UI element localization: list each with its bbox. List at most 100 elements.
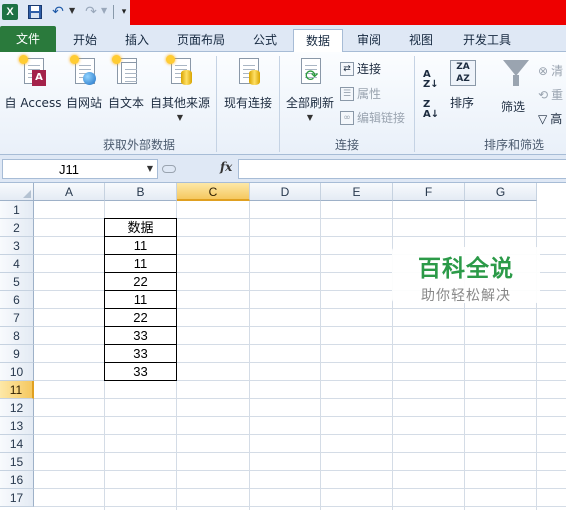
- from-web-button[interactable]: 自网站: [64, 55, 104, 111]
- tab-developer[interactable]: 开发工具: [452, 29, 522, 52]
- from-other-sources-button[interactable]: 自其他来源 ▼: [148, 55, 212, 122]
- grid-row-line: [34, 416, 566, 417]
- formula-input[interactable]: [238, 159, 566, 179]
- column-header-b[interactable]: B: [105, 183, 177, 201]
- column-header-g[interactable]: G: [465, 183, 537, 201]
- tab-review[interactable]: 审阅: [346, 29, 392, 52]
- row-header-10[interactable]: 10: [0, 363, 34, 381]
- row-header-4[interactable]: 4: [0, 255, 34, 273]
- excel-window: X ↶ ▼ ↷ ▼ ▾ 文件 开始 插入 页面布局 公式 数据 审阅 视图 开发…: [0, 0, 566, 510]
- refresh-all-button[interactable]: ⟳ 全部刷新 ▼: [284, 56, 336, 122]
- row-header-9[interactable]: 9: [0, 345, 34, 363]
- clear-filter-icon: ⊗: [538, 63, 549, 78]
- row-header-14[interactable]: 14: [0, 435, 34, 453]
- sort-ascending-icon[interactable]: A Z↓: [423, 70, 439, 90]
- row-header-12[interactable]: 12: [0, 399, 34, 417]
- chevron-down-icon: ▼: [176, 113, 184, 122]
- chevron-down-icon: ▼: [306, 113, 314, 122]
- table-cell[interactable]: 33: [104, 362, 177, 381]
- table-cell[interactable]: 11: [104, 254, 177, 273]
- redo-icon[interactable]: ↷: [83, 4, 99, 20]
- properties-button[interactable]: ☰ 属性: [340, 85, 381, 102]
- select-all-corner[interactable]: [0, 183, 34, 201]
- undo-icon[interactable]: ↶: [50, 4, 66, 20]
- watermark-title: 百科全说: [418, 256, 514, 282]
- filter-funnel-icon: [503, 60, 529, 76]
- web-icon: [69, 55, 99, 90]
- grid-row-line: [34, 506, 566, 507]
- grid-column-line: [249, 201, 250, 510]
- title-bar: X ↶ ▼ ↷ ▼ ▾: [0, 0, 566, 25]
- column-header-c[interactable]: C: [177, 183, 250, 201]
- row-header-8[interactable]: 8: [0, 327, 34, 345]
- other-sources-icon: [165, 55, 195, 90]
- sort-icon: ZA AZ: [447, 56, 477, 90]
- row-header-17[interactable]: 17: [0, 489, 34, 507]
- reapply-icon: ⟲: [538, 87, 549, 102]
- grid-row-line: [34, 434, 566, 435]
- table-header-cell[interactable]: 数据: [104, 218, 177, 237]
- existing-connections-icon: [233, 56, 263, 90]
- edit-links-button[interactable]: ∞ 编辑链接: [340, 109, 405, 126]
- tab-view[interactable]: 视图: [398, 29, 444, 52]
- row-header-16[interactable]: 16: [0, 471, 34, 489]
- row-header-3[interactable]: 3: [0, 237, 34, 255]
- row-header-5[interactable]: 5: [0, 273, 34, 291]
- chevron-down-icon[interactable]: ▼: [147, 164, 153, 173]
- reapply-button[interactable]: ⟲ 重: [538, 86, 563, 103]
- row-header-15[interactable]: 15: [0, 453, 34, 471]
- insert-function-icon[interactable]: fx: [220, 160, 232, 174]
- group-label-sort-filter: 排序和筛选: [483, 138, 544, 152]
- existing-connections-button[interactable]: 现有连接: [220, 56, 276, 111]
- sort-button[interactable]: ZA AZ 排序: [444, 56, 480, 111]
- column-header-e[interactable]: E: [321, 183, 393, 201]
- row-header-7[interactable]: 7: [0, 309, 34, 327]
- grid-row-line: [34, 488, 566, 489]
- table-cell[interactable]: 22: [104, 308, 177, 327]
- from-text-button[interactable]: 自文本: [106, 55, 146, 111]
- qat-separator: [113, 5, 114, 19]
- save-icon[interactable]: [27, 4, 43, 20]
- table-cell[interactable]: 11: [104, 290, 177, 309]
- text-file-icon: [111, 55, 141, 90]
- from-access-button[interactable]: A 自 Access: [4, 55, 62, 111]
- worksheet-grid[interactable]: ABCDEFG 1 2 3 4 5 6 7 8 9 10 11 12 13 14 15 16 17 数据 11 11…: [0, 183, 566, 510]
- tab-insert[interactable]: 插入: [114, 29, 160, 52]
- row-header-13[interactable]: 13: [0, 417, 34, 435]
- row-header-1[interactable]: 1: [0, 201, 34, 219]
- watermark: 百科全说 助你轻松解决: [392, 247, 540, 304]
- table-cell[interactable]: 11: [104, 236, 177, 255]
- undo-dropdown-icon[interactable]: ▼: [69, 6, 75, 15]
- tab-data[interactable]: 数据: [293, 29, 343, 53]
- filter-button[interactable]: 筛选: [494, 94, 532, 115]
- connections-icon: ⇄: [340, 61, 354, 76]
- row-header-6[interactable]: 6: [0, 291, 34, 309]
- table-cell[interactable]: 33: [104, 344, 177, 363]
- column-header-f[interactable]: F: [393, 183, 465, 201]
- sort-descending-icon[interactable]: Z A↓: [423, 100, 439, 120]
- row-header-11[interactable]: 11: [0, 381, 34, 399]
- advanced-filter-button[interactable]: ▽ 高: [538, 110, 562, 127]
- column-header-d[interactable]: D: [250, 183, 321, 201]
- clear-filter-button[interactable]: ⊗ 清: [538, 62, 563, 79]
- excel-logo-icon[interactable]: X: [2, 4, 18, 20]
- grid-row-line: [34, 470, 566, 471]
- tab-file[interactable]: 文件: [0, 26, 56, 52]
- table-cell[interactable]: 33: [104, 326, 177, 345]
- grid-row-line: [34, 398, 566, 399]
- ribbon-data: A 自 Access 自网站 自文本 自其他来源 ▼ 现有连接 获取外部数据 ⟳…: [0, 52, 566, 155]
- tab-formulas[interactable]: 公式: [242, 29, 288, 52]
- tab-page-layout[interactable]: 页面布局: [166, 29, 236, 52]
- tab-home[interactable]: 开始: [62, 29, 108, 52]
- grid-column-line: [320, 201, 321, 510]
- expand-handle-icon[interactable]: [162, 165, 176, 173]
- table-cell[interactable]: 22: [104, 272, 177, 291]
- access-icon: A: [18, 55, 48, 90]
- redo-dropdown-icon[interactable]: ▼: [101, 6, 107, 15]
- watermark-subtitle: 助你轻松解决: [421, 288, 511, 304]
- column-header-a[interactable]: A: [34, 183, 105, 201]
- name-box[interactable]: J11 ▼: [2, 159, 158, 179]
- properties-icon: ☰: [340, 86, 354, 101]
- connections-button[interactable]: ⇄ 连接: [340, 60, 381, 77]
- row-header-2[interactable]: 2: [0, 219, 34, 237]
